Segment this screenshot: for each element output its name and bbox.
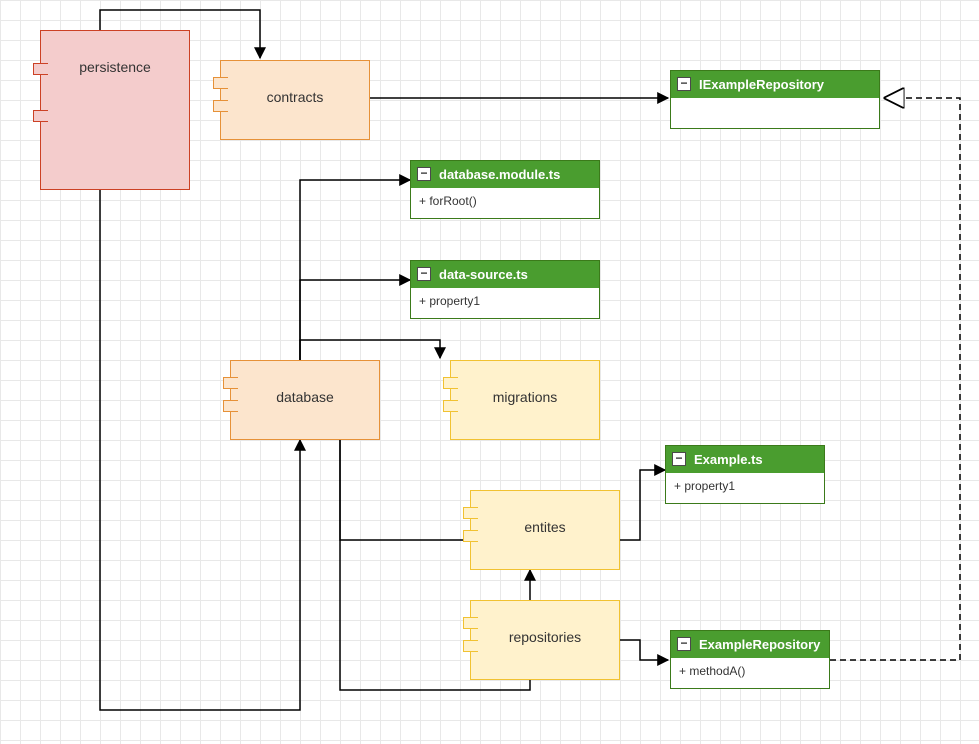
collapse-icon[interactable]: − bbox=[417, 267, 431, 281]
class-header: − database.module.ts bbox=[411, 161, 599, 188]
class-name: database.module.ts bbox=[439, 167, 560, 182]
component-label: entites bbox=[471, 491, 619, 536]
class-name: data-source.ts bbox=[439, 267, 528, 282]
component-lug bbox=[213, 100, 228, 112]
component-repositories[interactable]: repositories bbox=[470, 600, 620, 680]
diagram-canvas: persistence contracts database migration… bbox=[0, 0, 979, 744]
component-label: database bbox=[231, 361, 379, 406]
component-lug bbox=[33, 110, 48, 122]
component-lug bbox=[443, 400, 458, 412]
class-example-repository[interactable]: − ExampleRepository + methodA() bbox=[670, 630, 830, 689]
collapse-icon[interactable]: − bbox=[417, 167, 431, 181]
component-migrations[interactable]: migrations bbox=[450, 360, 600, 440]
class-name: Example.ts bbox=[694, 452, 763, 467]
class-name: ExampleRepository bbox=[699, 637, 820, 652]
class-database-module[interactable]: − database.module.ts + forRoot() bbox=[410, 160, 600, 219]
collapse-icon[interactable]: − bbox=[677, 77, 691, 91]
class-name: IExampleRepository bbox=[699, 77, 824, 92]
class-header: − ExampleRepository bbox=[671, 631, 829, 658]
class-body bbox=[671, 98, 879, 128]
collapse-icon[interactable]: − bbox=[672, 452, 686, 466]
component-label: persistence bbox=[41, 31, 189, 76]
component-database[interactable]: database bbox=[230, 360, 380, 440]
component-lug bbox=[463, 617, 478, 629]
component-lug bbox=[223, 377, 238, 389]
component-lug bbox=[463, 507, 478, 519]
component-lug bbox=[213, 77, 228, 89]
class-data-source[interactable]: − data-source.ts + property1 bbox=[410, 260, 600, 319]
class-body: + forRoot() bbox=[411, 188, 599, 218]
class-body: + methodA() bbox=[671, 658, 829, 688]
component-entities[interactable]: entites bbox=[470, 490, 620, 570]
component-contracts[interactable]: contracts bbox=[220, 60, 370, 140]
component-lug bbox=[223, 400, 238, 412]
class-iexample-repository[interactable]: − IExampleRepository bbox=[670, 70, 880, 129]
component-lug bbox=[33, 63, 48, 75]
class-example[interactable]: − Example.ts + property1 bbox=[665, 445, 825, 504]
component-lug bbox=[443, 377, 458, 389]
component-persistence[interactable]: persistence bbox=[40, 30, 190, 190]
class-body: + property1 bbox=[411, 288, 599, 318]
class-header: − data-source.ts bbox=[411, 261, 599, 288]
component-lug bbox=[463, 530, 478, 542]
class-header: − Example.ts bbox=[666, 446, 824, 473]
class-header: − IExampleRepository bbox=[671, 71, 879, 98]
collapse-icon[interactable]: − bbox=[677, 637, 691, 651]
component-label: repositories bbox=[471, 601, 619, 646]
component-label: contracts bbox=[221, 61, 369, 106]
component-label: migrations bbox=[451, 361, 599, 406]
class-body: + property1 bbox=[666, 473, 824, 503]
component-lug bbox=[463, 640, 478, 652]
